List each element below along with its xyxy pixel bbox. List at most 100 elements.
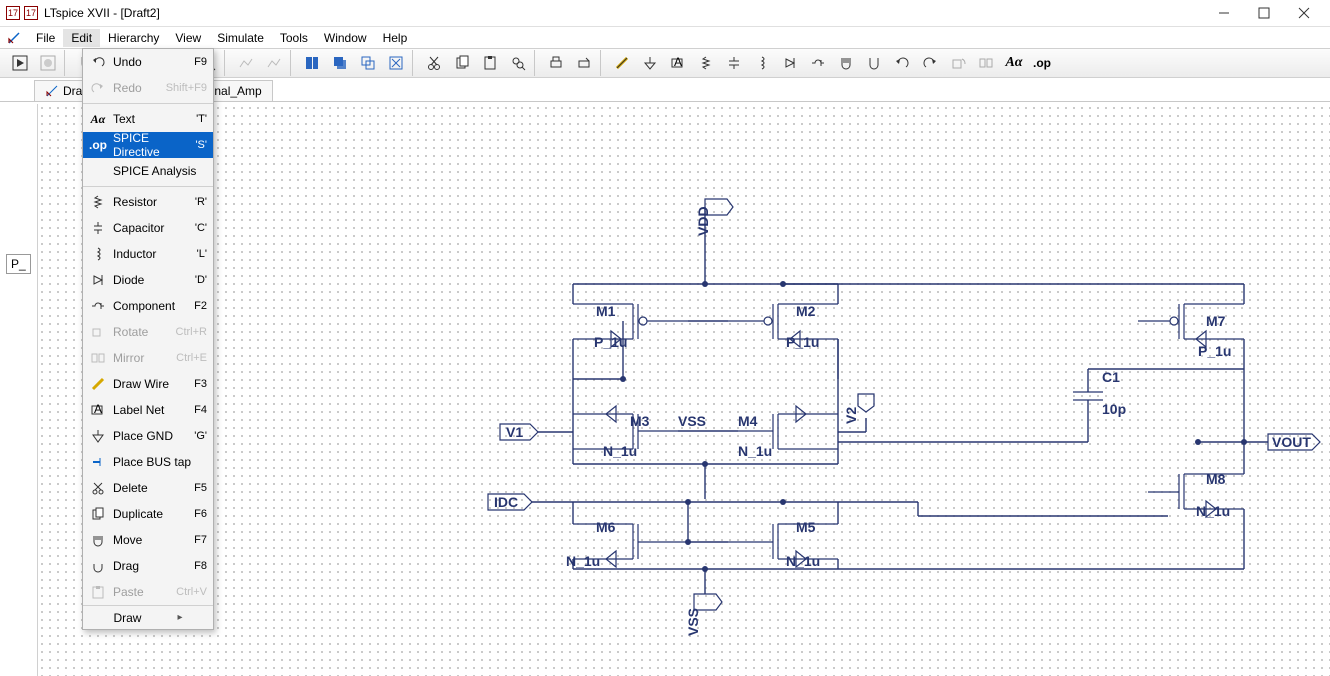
- menu-tools[interactable]: Tools: [272, 29, 316, 47]
- pmos-m7[interactable]: M7 P_1u: [1138, 304, 1244, 359]
- tool-wintile-icon[interactable]: [298, 50, 326, 76]
- menu-draw-submenu[interactable]: Draw▸: [83, 605, 213, 629]
- menu-capacitor[interactable]: Capacitor'C': [83, 215, 213, 241]
- net-vdd: VDD: [695, 199, 733, 284]
- nmos-m4[interactable]: M4 N_1u: [738, 406, 838, 459]
- nmos-m5[interactable]: M5 N_1u: [728, 502, 838, 569]
- window-title: LTspice XVII - [Draft2]: [44, 6, 160, 20]
- menu-place-gnd[interactable]: Place GND'G': [83, 423, 213, 449]
- net-vss-mid: VSS: [678, 413, 706, 429]
- tool-resistor-icon[interactable]: [692, 50, 720, 76]
- menu-view[interactable]: View: [167, 29, 209, 47]
- tool-wincascade-icon[interactable]: [326, 50, 354, 76]
- tool-inductor-icon[interactable]: [748, 50, 776, 76]
- menu-hierarchy[interactable]: Hierarchy: [100, 29, 167, 47]
- svg-text:A: A: [94, 403, 102, 416]
- nmos-m6[interactable]: M6 N_1u: [566, 502, 688, 569]
- tool-ay-icon[interactable]: [260, 50, 288, 76]
- menu-rotate: RotateCtrl+R: [83, 319, 213, 345]
- svg-text:A: A: [674, 55, 682, 69]
- menu-draw-wire[interactable]: Draw WireF3: [83, 371, 213, 397]
- menu-simulate[interactable]: Simulate: [209, 29, 272, 47]
- tool-copy-icon[interactable]: [448, 50, 476, 76]
- svg-text:VOUT: VOUT: [1272, 434, 1311, 450]
- menu-component[interactable]: ComponentF2: [83, 293, 213, 319]
- menu-file[interactable]: File: [28, 29, 63, 47]
- svg-text:N_1u: N_1u: [566, 553, 600, 569]
- menu-spice-analysis[interactable]: SPICE Analysis: [83, 158, 213, 184]
- menu-undo[interactable]: UndoF9: [83, 49, 213, 75]
- minimize-button[interactable]: [1204, 1, 1244, 25]
- svg-text:IDC: IDC: [494, 494, 518, 510]
- resistor-icon: [89, 193, 107, 211]
- paste-icon: [89, 583, 107, 601]
- bus-icon: [89, 453, 107, 471]
- undo-icon: [89, 53, 107, 71]
- tool-run-icon[interactable]: [6, 50, 34, 76]
- svg-text:M7: M7: [1206, 313, 1226, 329]
- duplicate-icon: [89, 505, 107, 523]
- nmos-m3[interactable]: M3 N_1u: [573, 406, 678, 459]
- tool-stop-icon[interactable]: [34, 50, 62, 76]
- mirror-icon: [89, 349, 107, 367]
- tool-op-icon[interactable]: .op: [1028, 50, 1056, 76]
- menu-text[interactable]: Aα Text'T': [83, 106, 213, 132]
- tool-drag-icon[interactable]: [860, 50, 888, 76]
- wire-icon: [89, 375, 107, 393]
- tool-diode-icon[interactable]: [776, 50, 804, 76]
- tool-setup-icon[interactable]: [570, 50, 598, 76]
- net-vss: VSS: [685, 594, 722, 636]
- tool-wire-icon[interactable]: [608, 50, 636, 76]
- tool-capacitor-icon[interactable]: [720, 50, 748, 76]
- menu-window[interactable]: Window: [316, 29, 375, 47]
- svg-text:M2: M2: [796, 303, 816, 319]
- menu-help[interactable]: Help: [375, 29, 416, 47]
- nmos-m8[interactable]: M8 N_1u: [1148, 471, 1244, 569]
- menu-drag[interactable]: DragF8: [83, 553, 213, 579]
- tool-text-icon[interactable]: Aα: [1000, 50, 1028, 76]
- tool-ax-icon[interactable]: [232, 50, 260, 76]
- menu-edit[interactable]: Edit: [63, 29, 100, 47]
- label-icon: A: [89, 401, 107, 419]
- menu-delete[interactable]: DeleteF5: [83, 475, 213, 501]
- tool-label-icon[interactable]: A: [664, 50, 692, 76]
- tool-move-icon[interactable]: [832, 50, 860, 76]
- svg-text:V2: V2: [843, 407, 859, 424]
- tool-find-icon[interactable]: [504, 50, 532, 76]
- tool-print-icon[interactable]: [542, 50, 570, 76]
- svg-text:P_1u: P_1u: [786, 334, 819, 350]
- net-vout: VOUT: [1244, 434, 1320, 450]
- redo-icon: [89, 79, 107, 97]
- pmos-m2[interactable]: M2 P_1u: [728, 284, 838, 414]
- tool-mirror-icon[interactable]: [972, 50, 1000, 76]
- schematic-canvas[interactable]: VDD M1 P_1u M2 P_1u VSS: [38, 104, 1330, 676]
- net-idc: IDC: [488, 494, 918, 510]
- menu-inductor[interactable]: Inductor'L': [83, 241, 213, 267]
- menu-spice-directive[interactable]: .op SPICE Directive'S': [83, 132, 213, 158]
- menu-place-bus[interactable]: Place BUS tap: [83, 449, 213, 475]
- tool-component-icon[interactable]: [804, 50, 832, 76]
- tool-gnd-icon[interactable]: [636, 50, 664, 76]
- cap-c1[interactable]: C1 10p: [838, 369, 1244, 442]
- tool-paste-icon[interactable]: [476, 50, 504, 76]
- tool-undo-icon[interactable]: [888, 50, 916, 76]
- tool-wincopy-icon[interactable]: [354, 50, 382, 76]
- close-button[interactable]: [1284, 1, 1324, 25]
- menu-diode[interactable]: Diode'D': [83, 267, 213, 293]
- menu-duplicate[interactable]: DuplicateF6: [83, 501, 213, 527]
- tool-cut-icon[interactable]: [420, 50, 448, 76]
- menu-label-net[interactable]: A Label NetF4: [83, 397, 213, 423]
- tool-rotate-icon[interactable]: [944, 50, 972, 76]
- pmos-m1[interactable]: M1 P_1u: [573, 284, 688, 414]
- tool-redo-icon[interactable]: [916, 50, 944, 76]
- svg-text:10p: 10p: [1102, 401, 1126, 417]
- menu-mirror: MirrorCtrl+E: [83, 345, 213, 371]
- menu-resistor[interactable]: Resistor'R': [83, 189, 213, 215]
- blank-icon: [89, 162, 107, 180]
- menu-move[interactable]: MoveF7: [83, 527, 213, 553]
- gnd-icon: [89, 427, 107, 445]
- maximize-button[interactable]: [1244, 1, 1284, 25]
- hand-open-icon: [89, 531, 107, 549]
- tool-winclose-icon[interactable]: [382, 50, 410, 76]
- svg-text:M3: M3: [630, 413, 650, 429]
